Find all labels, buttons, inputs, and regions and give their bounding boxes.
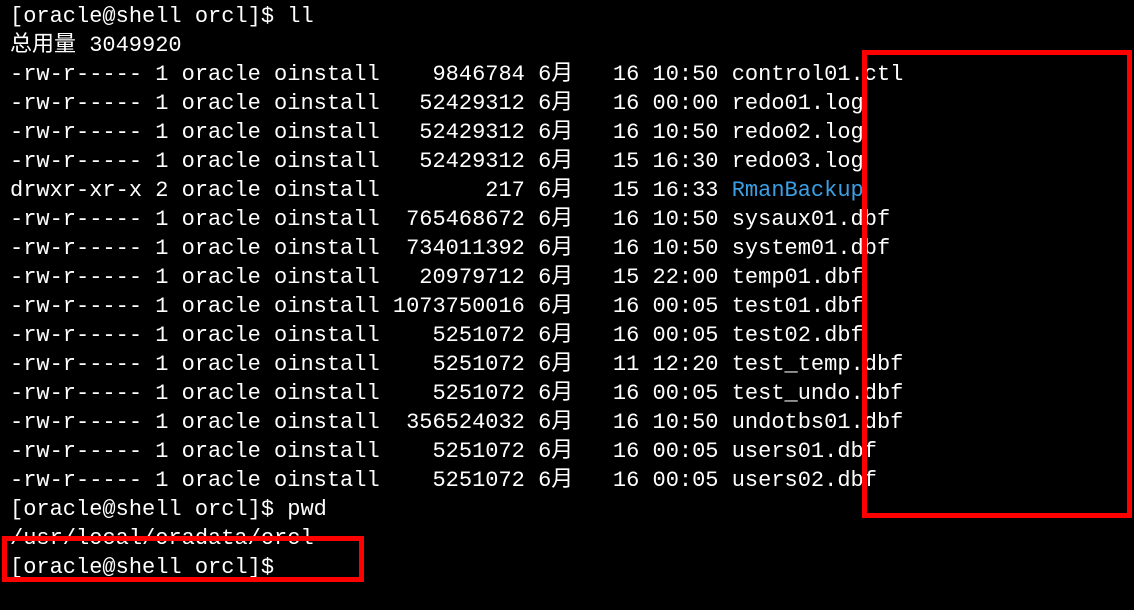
list-item: -rw-r----- 1 oracle oinstall 734011392 6… <box>10 234 1124 263</box>
list-item: -rw-r----- 1 oracle oinstall 52429312 6月… <box>10 147 1124 176</box>
terminal[interactable]: [oracle@shell orcl]$ ll 总用量 3049920 -rw-… <box>0 0 1134 584</box>
file-name: test_undo.dbf <box>732 381 904 406</box>
file-name: users02.dbf <box>732 468 877 493</box>
file-name: users01.dbf <box>732 439 877 464</box>
prompt-pwd: [oracle@shell orcl]$ pwd <box>10 495 1124 524</box>
file-name: control01.ctl <box>732 62 904 87</box>
list-item: -rw-r----- 1 oracle oinstall 5251072 6月 … <box>10 466 1124 495</box>
file-name: sysaux01.dbf <box>732 207 890 232</box>
list-item: -rw-r----- 1 oracle oinstall 1073750016 … <box>10 292 1124 321</box>
file-name: redo02.log <box>732 120 864 145</box>
list-item: -rw-r----- 1 oracle oinstall 5251072 6月 … <box>10 350 1124 379</box>
list-item: -rw-r----- 1 oracle oinstall 9846784 6月 … <box>10 60 1124 89</box>
directory-name: RmanBackup <box>732 178 864 203</box>
file-listing: -rw-r----- 1 oracle oinstall 9846784 6月 … <box>10 60 1124 495</box>
total-line: 总用量 3049920 <box>10 31 1124 60</box>
prompt-ll: [oracle@shell orcl]$ ll <box>10 2 1124 31</box>
list-item: -rw-r----- 1 oracle oinstall 5251072 6月 … <box>10 321 1124 350</box>
prompt-empty: [oracle@shell orcl]$ <box>10 553 1124 582</box>
list-item: -rw-r----- 1 oracle oinstall 5251072 6月 … <box>10 379 1124 408</box>
file-name: redo03.log <box>732 149 864 174</box>
file-name: system01.dbf <box>732 236 890 261</box>
file-name: test_temp.dbf <box>732 352 904 377</box>
list-item: drwxr-xr-x 2 oracle oinstall 217 6月 15 1… <box>10 176 1124 205</box>
file-name: redo01.log <box>732 91 864 116</box>
file-name: test02.dbf <box>732 323 864 348</box>
list-item: -rw-r----- 1 oracle oinstall 52429312 6月… <box>10 118 1124 147</box>
list-item: -rw-r----- 1 oracle oinstall 765468672 6… <box>10 205 1124 234</box>
file-name: test01.dbf <box>732 294 864 319</box>
file-name: undotbs01.dbf <box>732 410 904 435</box>
list-item: -rw-r----- 1 oracle oinstall 5251072 6月 … <box>10 437 1124 466</box>
list-item: -rw-r----- 1 oracle oinstall 356524032 6… <box>10 408 1124 437</box>
pwd-output: /usr/local/oradata/orcl <box>10 524 1124 553</box>
file-name: temp01.dbf <box>732 265 864 290</box>
list-item: -rw-r----- 1 oracle oinstall 20979712 6月… <box>10 263 1124 292</box>
list-item: -rw-r----- 1 oracle oinstall 52429312 6月… <box>10 89 1124 118</box>
